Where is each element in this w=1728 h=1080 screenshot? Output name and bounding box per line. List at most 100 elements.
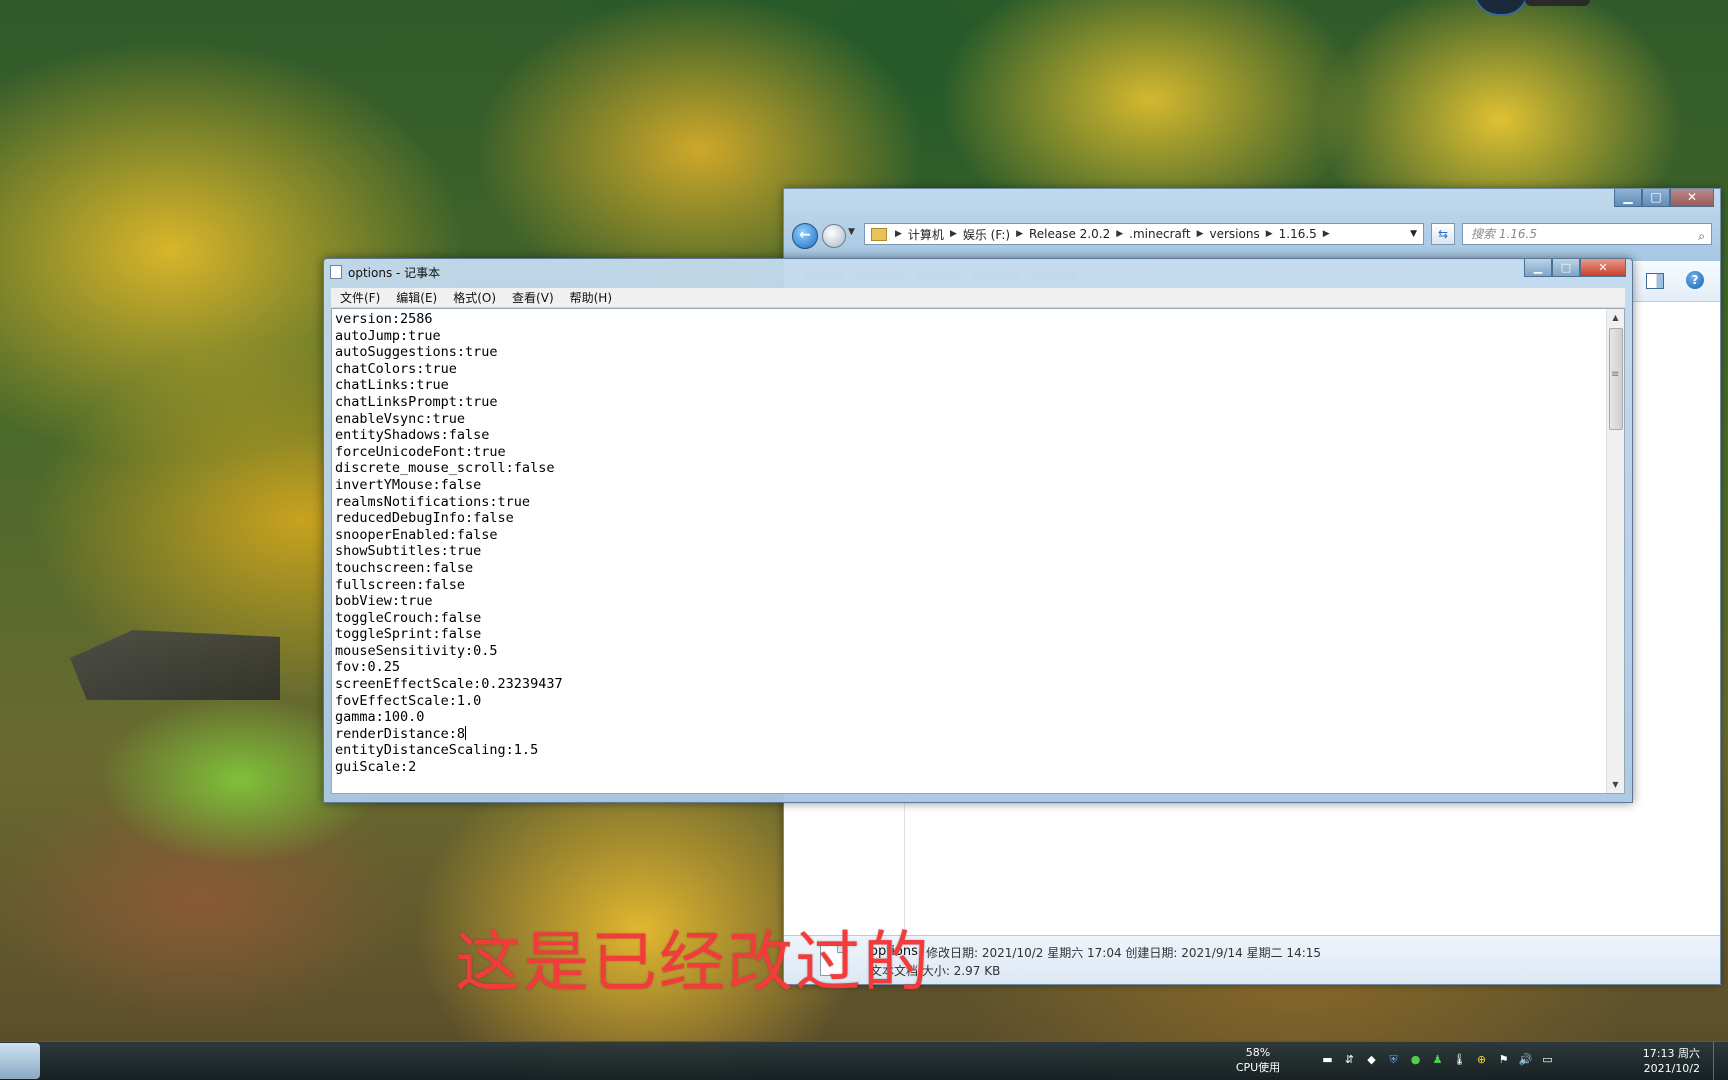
clock-time: 17:13 周六 xyxy=(1642,1047,1700,1060)
tray-network-icon[interactable]: ⇵ xyxy=(1342,1052,1357,1067)
folder-icon xyxy=(871,227,887,241)
breadcrumb-minecraft[interactable]: .minecraft xyxy=(1129,227,1190,241)
text-line[interactable]: fov:0.25 xyxy=(335,659,1598,676)
notepad-titlebar[interactable]: options - 记事本 xyxy=(330,263,440,281)
tray-monitor-icon[interactable]: ▭ xyxy=(1540,1052,1555,1067)
text-line[interactable]: chatLinks:true xyxy=(335,377,1598,394)
breadcrumb-separator-icon[interactable]: ▶ xyxy=(1016,229,1023,239)
breadcrumb-separator-icon[interactable]: ▶ xyxy=(1116,229,1123,239)
vertical-scrollbar[interactable]: ▲ ▼ xyxy=(1606,309,1624,793)
tray-user-icon[interactable]: ♟ xyxy=(1430,1052,1445,1067)
text-line[interactable]: toggleSprint:false xyxy=(335,626,1598,643)
cpu-label: CPU使用 xyxy=(1235,1061,1281,1074)
history-dropdown-icon[interactable]: ▼ xyxy=(848,227,855,237)
text-caret xyxy=(465,725,467,740)
cpu-percent: 58% xyxy=(1245,1046,1271,1059)
explorer-titlebar[interactable]: ▁ □ ✕ ← ▼ ▶ 计算机 ▶ 娱乐 (F:) ▶ Release 2.0.… xyxy=(784,189,1720,261)
address-dropdown-icon[interactable]: ▼ xyxy=(1410,229,1417,239)
refresh-icon[interactable]: ⇆ xyxy=(1431,223,1455,245)
breadcrumb-version[interactable]: 1.16.5 xyxy=(1279,227,1317,241)
scroll-down-icon[interactable]: ▼ xyxy=(1607,776,1624,793)
text-line[interactable]: bobView:true xyxy=(335,593,1598,610)
text-line[interactable]: guiScale:2 xyxy=(335,759,1598,776)
text-line[interactable]: toggleCrouch:false xyxy=(335,610,1598,627)
tray-volume-icon[interactable]: 🔊 xyxy=(1518,1052,1533,1067)
clock-date: 2021/10/2 xyxy=(1643,1062,1700,1075)
text-line[interactable]: chatColors:true xyxy=(335,361,1598,378)
text-line[interactable]: version:2586 xyxy=(335,311,1598,328)
taskbar-clock[interactable]: 17:13 周六 2021/10/2 xyxy=(1643,1046,1700,1076)
breadcrumb-separator-icon[interactable]: ▶ xyxy=(950,229,957,239)
text-line[interactable]: autoSuggestions:true xyxy=(335,344,1598,361)
breadcrumb-versions[interactable]: versions xyxy=(1210,227,1260,241)
breadcrumb-separator-icon[interactable]: ▶ xyxy=(1197,229,1204,239)
breadcrumb-drive[interactable]: 娱乐 (F:) xyxy=(963,226,1010,243)
text-line[interactable]: fullscreen:false xyxy=(335,577,1598,594)
text-line[interactable]: snooperEnabled:false xyxy=(335,527,1598,544)
text-line[interactable]: discrete_mouse_scroll:false xyxy=(335,460,1598,477)
notepad-minimize-button[interactable]: ▁ xyxy=(1524,259,1552,277)
taskbar: 58% CPU使用 ▬ ⇵ ◆ ⛨ ● ♟ 🌡 ⊕ ⚑ 🔊 ▭ 17:13 周六… xyxy=(0,1041,1728,1080)
text-line[interactable]: screenEffectScale:0.23239437 xyxy=(335,676,1598,693)
search-icon[interactable]: ⌕ xyxy=(1698,226,1705,246)
tray-plus-icon[interactable]: ⊕ xyxy=(1474,1052,1489,1067)
explorer-maximize-button[interactable]: □ xyxy=(1642,189,1670,207)
notepad-menubar: 文件(F) 编辑(E) 格式(O) 查看(V) 帮助(H) xyxy=(331,288,1625,308)
notepad-text-content[interactable]: version:2586 autoJump:true autoSuggestions… xyxy=(335,311,1598,793)
notepad-title: options - 记事本 xyxy=(348,265,441,280)
text-line[interactable]: forceUnicodeFont:true xyxy=(335,444,1598,461)
tray-flag-icon[interactable]: ⚑ xyxy=(1496,1052,1511,1067)
help-icon[interactable]: ? xyxy=(1686,271,1704,289)
forward-arrow-icon[interactable] xyxy=(822,224,846,248)
search-placeholder: 搜索 1.16.5 xyxy=(1471,227,1537,241)
notepad-text-area[interactable]: version:2586 autoJump:true autoSuggestions… xyxy=(331,308,1625,794)
show-desktop-button[interactable] xyxy=(1713,1042,1728,1080)
preview-pane-icon[interactable] xyxy=(1646,273,1664,289)
start-button[interactable] xyxy=(0,1043,40,1079)
text-line[interactable]: touchscreen:false xyxy=(335,560,1598,577)
text-line[interactable]: autoJump:true xyxy=(335,328,1598,345)
notepad-maximize-button[interactable]: □ xyxy=(1552,259,1580,277)
text-line[interactable]: renderDistance:8 xyxy=(335,725,1598,743)
text-line[interactable]: chatLinksPrompt:true xyxy=(335,394,1598,411)
breadcrumb-computer[interactable]: 计算机 xyxy=(908,226,944,243)
text-line[interactable]: reducedDebugInfo:false xyxy=(335,510,1598,527)
text-line[interactable]: mouseSensitivity:0.5 xyxy=(335,643,1598,660)
breadcrumb-separator-icon[interactable]: ▶ xyxy=(1266,229,1273,239)
text-line[interactable]: fovEffectScale:1.0 xyxy=(335,693,1598,710)
text-line[interactable]: gamma:100.0 xyxy=(335,709,1598,726)
text-line[interactable]: enableVsync:true xyxy=(335,411,1598,428)
breadcrumb-release[interactable]: Release 2.0.2 xyxy=(1029,227,1110,241)
notepad-close-button[interactable]: ✕ xyxy=(1580,259,1626,277)
menu-edit[interactable]: 编辑(E) xyxy=(389,289,444,306)
text-line[interactable]: invertYMouse:false xyxy=(335,477,1598,494)
notepad-window[interactable]: options - 记事本 ▁ □ ✕ 文件(F) 编辑(E) 格式(O) 查看… xyxy=(323,258,1633,803)
back-arrow-icon[interactable]: ← xyxy=(792,223,818,249)
tray-wechat-icon[interactable]: ● xyxy=(1408,1052,1423,1067)
explorer-close-button[interactable]: ✕ xyxy=(1670,189,1714,207)
breadcrumb-separator-icon[interactable]: ▶ xyxy=(895,229,902,239)
scrollbar-thumb[interactable] xyxy=(1609,328,1623,430)
tray-app-icon[interactable]: ▬ xyxy=(1320,1052,1335,1067)
tray-shield-icon[interactable]: ⛨ xyxy=(1386,1052,1401,1067)
text-line[interactable]: entityDistanceScaling:1.5 xyxy=(335,742,1598,759)
menu-help[interactable]: 帮助(H) xyxy=(563,289,619,306)
breadcrumb-separator-icon[interactable]: ▶ xyxy=(1323,229,1330,239)
address-bar[interactable]: ▶ 计算机 ▶ 娱乐 (F:) ▶ Release 2.0.2 ▶ .minec… xyxy=(864,223,1424,245)
menu-file[interactable]: 文件(F) xyxy=(333,289,387,306)
explorer-window-controls: ▁ □ ✕ xyxy=(1614,189,1714,207)
text-line[interactable]: entityShadows:false xyxy=(335,427,1598,444)
notepad-window-controls: ▁ □ ✕ xyxy=(1524,259,1626,277)
text-line[interactable]: showSubtitles:true xyxy=(335,543,1598,560)
scroll-up-icon[interactable]: ▲ xyxy=(1607,309,1624,326)
text-line[interactable]: realmsNotifications:true xyxy=(335,494,1598,511)
explorer-search-input[interactable]: 搜索 1.16.5 ⌕ xyxy=(1462,223,1712,245)
overlay-caption: 这是已经改过的 xyxy=(455,924,931,1001)
tray-bird-icon[interactable]: ◆ xyxy=(1364,1052,1379,1067)
menu-view[interactable]: 查看(V) xyxy=(505,289,561,306)
explorer-minimize-button[interactable]: ▁ xyxy=(1614,189,1642,207)
menu-format[interactable]: 格式(O) xyxy=(446,289,503,306)
system-tray: ▬ ⇵ ◆ ⛨ ● ♟ 🌡 ⊕ ⚑ 🔊 ▭ xyxy=(1320,1052,1555,1067)
cpu-meter[interactable]: 58% CPU使用 xyxy=(1232,1045,1284,1075)
tray-temperature-icon[interactable]: 🌡 xyxy=(1452,1052,1467,1067)
